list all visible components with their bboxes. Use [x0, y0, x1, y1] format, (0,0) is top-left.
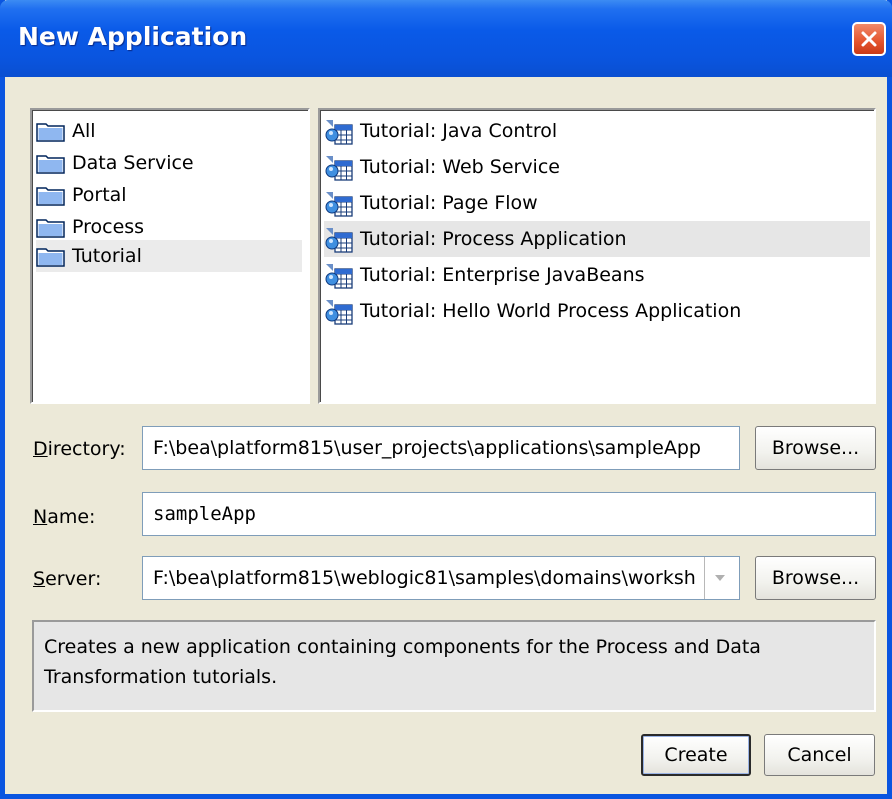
category-list[interactable]: All Data Service Portal Process Tutorial — [30, 108, 310, 404]
server-label: Server: — [33, 568, 102, 590]
template-label: Tutorial: Page Flow — [360, 192, 538, 214]
template-label: Tutorial: Web Service — [360, 156, 560, 178]
template-label: Tutorial: Process Application — [360, 228, 627, 250]
chevron-down-icon — [715, 575, 725, 581]
server-value: F:\bea\platform815\weblogic81\samples\do… — [153, 567, 696, 589]
template-label: Tutorial: Hello World Process Applicatio… — [360, 300, 742, 322]
application-template-icon — [325, 192, 353, 217]
folder-icon — [36, 219, 65, 238]
template-item-selected[interactable]: Tutorial: Process Application — [324, 221, 870, 257]
name-field[interactable]: sampleApp — [142, 492, 876, 536]
template-item[interactable]: Tutorial: Hello World Process Applicatio… — [324, 293, 870, 329]
create-button[interactable]: Create — [641, 734, 751, 776]
category-label: All — [72, 120, 96, 142]
template-list[interactable]: Tutorial: Java Control Tutorial: Web Ser… — [318, 108, 876, 404]
template-item[interactable]: Tutorial: Page Flow — [324, 185, 870, 221]
cancel-button[interactable]: Cancel — [764, 734, 875, 776]
close-icon — [861, 31, 877, 47]
template-label: Tutorial: Enterprise JavaBeans — [360, 264, 645, 286]
browse-label: Browse... — [771, 437, 860, 459]
server-dropdown-button[interactable] — [704, 557, 735, 599]
application-template-icon — [325, 300, 353, 325]
folder-icon — [36, 123, 65, 142]
name-label: Name: — [33, 506, 96, 528]
category-label: Data Service — [72, 152, 194, 174]
name-value: sampleApp — [153, 503, 256, 525]
dialog-title: New Application — [18, 22, 248, 51]
server-combobox[interactable]: F:\bea\platform815\weblogic81\samples\do… — [142, 556, 740, 600]
application-template-icon — [325, 120, 353, 145]
folder-icon — [36, 187, 65, 206]
folder-icon — [36, 248, 65, 267]
template-label: Tutorial: Java Control — [360, 120, 558, 142]
cancel-label: Cancel — [787, 744, 852, 766]
folder-icon — [36, 155, 65, 174]
directory-value: F:\bea\platform815\user_projects\applica… — [153, 437, 701, 459]
server-browse-button[interactable]: Browse... — [755, 556, 876, 600]
template-item[interactable]: Tutorial: Java Control — [324, 113, 870, 149]
create-label: Create — [664, 744, 728, 766]
template-item[interactable]: Tutorial: Enterprise JavaBeans — [324, 257, 870, 293]
directory-field[interactable]: F:\bea\platform815\user_projects\applica… — [142, 426, 740, 470]
category-item-portal[interactable]: Portal — [36, 179, 302, 211]
title-bar[interactable]: New Application — [0, 0, 892, 77]
application-template-icon — [325, 156, 353, 181]
template-item[interactable]: Tutorial: Web Service — [324, 149, 870, 185]
category-item-data-service[interactable]: Data Service — [36, 147, 302, 179]
category-item-all[interactable]: All — [36, 115, 302, 147]
description-box: Creates a new application containing com… — [32, 620, 876, 712]
category-label: Process — [72, 216, 145, 238]
application-template-icon — [325, 228, 353, 253]
directory-browse-button[interactable]: Browse... — [755, 426, 876, 470]
category-item-process[interactable]: Process — [36, 211, 302, 243]
application-template-icon — [325, 264, 353, 289]
directory-label: Directory: — [33, 438, 126, 460]
description-text: Creates a new application containing com… — [44, 636, 761, 688]
category-item-tutorial[interactable]: Tutorial — [36, 240, 302, 272]
category-label: Portal — [72, 184, 127, 206]
browse-label: Browse... — [771, 567, 860, 589]
category-label: Tutorial — [72, 245, 142, 267]
close-button[interactable] — [852, 22, 886, 56]
